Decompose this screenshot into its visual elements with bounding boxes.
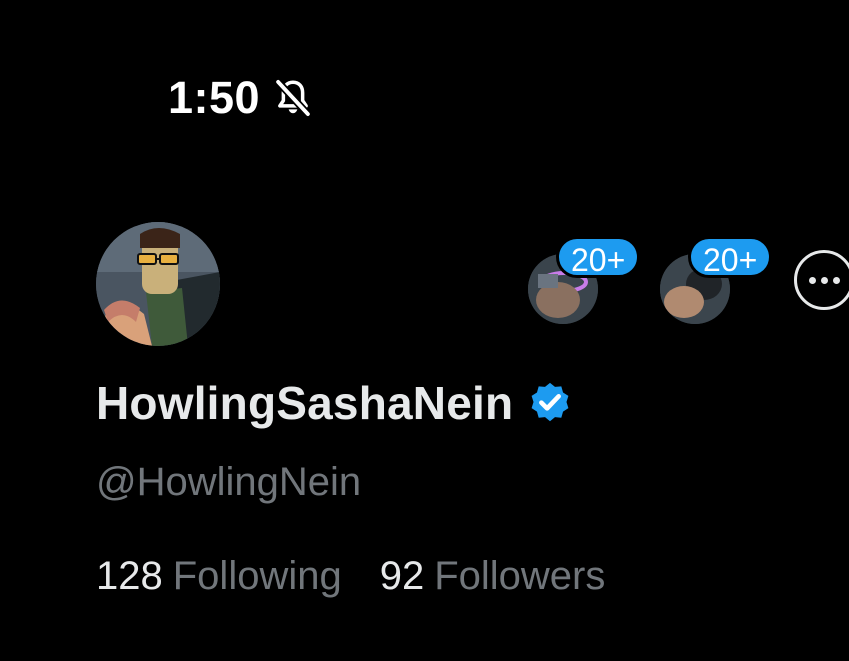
more-horizontal-icon bbox=[808, 276, 816, 284]
more-horizontal-icon bbox=[820, 276, 828, 284]
followers-count-link[interactable]: 92 Followers bbox=[380, 554, 606, 599]
following-label: Following bbox=[172, 554, 342, 598]
status-bar: 1:50 bbox=[168, 72, 314, 124]
more-horizontal-icon bbox=[832, 276, 840, 284]
space-count-badge: 20+ bbox=[556, 236, 641, 278]
profile-name-row: HowlingSashaNein bbox=[96, 376, 573, 430]
profile-avatar[interactable] bbox=[96, 222, 220, 346]
space-item[interactable]: 20+ bbox=[660, 236, 780, 324]
display-name: HowlingSashaNein bbox=[96, 377, 514, 429]
followers-label: Followers bbox=[434, 554, 606, 598]
bell-slash-icon bbox=[274, 78, 312, 118]
avatar-image bbox=[96, 222, 220, 346]
space-count-badge: 20+ bbox=[688, 236, 773, 278]
more-options-button[interactable] bbox=[794, 250, 849, 310]
space-item[interactable]: 20+ bbox=[528, 236, 648, 324]
verified-badge-icon[interactable] bbox=[527, 380, 573, 426]
following-count-link[interactable]: 128 Following bbox=[96, 554, 342, 599]
following-count: 128 bbox=[96, 554, 163, 598]
follow-counts: 128 Following 92 Followers bbox=[96, 554, 605, 599]
profile-handle: @HowlingNein bbox=[96, 460, 362, 504]
status-time: 1:50 bbox=[168, 72, 261, 123]
followers-count: 92 bbox=[379, 554, 425, 598]
